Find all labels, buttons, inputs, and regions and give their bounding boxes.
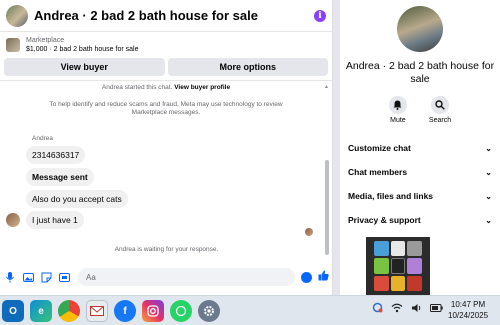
chat-started-text: Andrea started this chat. bbox=[101, 84, 173, 91]
menu-label: Chat members bbox=[348, 167, 408, 177]
volume-icon[interactable] bbox=[411, 303, 422, 316]
more-options-button[interactable]: More options bbox=[167, 58, 328, 76]
chat-panel: Andrea · 2 bad 2 bath house for sale i M… bbox=[0, 0, 333, 295]
whatsapp-icon[interactable] bbox=[170, 300, 192, 322]
clock-time: 10:47 PM bbox=[450, 300, 486, 309]
wifi-icon[interactable] bbox=[391, 303, 403, 316]
waiting-status: Andrea is waiting for your response. bbox=[114, 246, 219, 253]
message-bubble[interactable]: I just have 1 bbox=[26, 211, 84, 229]
sender-name: Andrea bbox=[32, 135, 53, 142]
tray-app-icon[interactable] bbox=[374, 275, 389, 291]
listing-title: $1,000 · 2 bad 2 bath house for sale bbox=[26, 46, 139, 53]
customize-chat-item[interactable]: Customize chat ⌄ bbox=[340, 136, 500, 160]
taskbar-clock[interactable]: 10:47 PM 10/24/2025 bbox=[448, 299, 488, 321]
mute-button[interactable]: Mute bbox=[388, 96, 407, 124]
marketplace-label: Marketplace bbox=[26, 37, 65, 44]
view-buyer-profile-link[interactable]: View buyer profile bbox=[174, 84, 230, 91]
menu-label: Customize chat bbox=[348, 143, 411, 153]
message-bubble[interactable]: Message sent bbox=[26, 168, 94, 186]
chat-header: Andrea · 2 bad 2 bath house for sale i bbox=[0, 0, 332, 32]
mute-label: Mute bbox=[390, 117, 406, 124]
chrome-icon[interactable] bbox=[58, 300, 80, 322]
composer: Aa bbox=[0, 266, 333, 288]
chevron-down-icon: ⌄ bbox=[485, 167, 492, 177]
microphone-icon[interactable] bbox=[4, 271, 16, 283]
scroll-up-arrow[interactable]: ▲ bbox=[324, 84, 329, 90]
tray-app-icon[interactable] bbox=[390, 258, 406, 274]
tray-app-icon[interactable] bbox=[407, 275, 422, 291]
tray-app-icon[interactable] bbox=[407, 258, 422, 274]
media-files-links-item[interactable]: Media, files and links ⌄ bbox=[340, 184, 500, 208]
scam-notice: To help identify and reduce scams and fr… bbox=[49, 101, 283, 116]
tray-app-icon[interactable] bbox=[374, 241, 389, 257]
chat-members-item[interactable]: Chat members ⌄ bbox=[340, 160, 500, 184]
message-bubble[interactable]: 2314636317 bbox=[26, 146, 86, 164]
chevron-down-icon: ⌄ bbox=[485, 191, 492, 201]
message-input[interactable]: Aa bbox=[78, 268, 295, 286]
tray-app-icon[interactable] bbox=[390, 275, 406, 291]
message-bubble[interactable]: Also do you accept cats bbox=[26, 190, 128, 208]
outlook-icon[interactable]: O bbox=[2, 300, 24, 322]
listing-thumbnail bbox=[6, 38, 20, 52]
view-buyer-button[interactable]: View buyer bbox=[4, 58, 165, 76]
seen-avatar bbox=[305, 228, 313, 236]
chevron-down-icon: ⌄ bbox=[485, 215, 492, 225]
menu-label: Media, files and links bbox=[348, 191, 434, 201]
instagram-icon[interactable] bbox=[142, 300, 164, 322]
details-avatar[interactable] bbox=[397, 6, 443, 52]
search-icon bbox=[431, 96, 449, 114]
battery-icon[interactable] bbox=[430, 303, 443, 315]
tray-app-icon[interactable] bbox=[374, 258, 389, 274]
edge-icon[interactable]: e bbox=[30, 300, 52, 322]
chat-scrollbar[interactable] bbox=[325, 160, 329, 255]
gif-icon[interactable] bbox=[58, 271, 70, 283]
clock-date: 10/24/2025 bbox=[448, 311, 489, 320]
sync-icon[interactable] bbox=[372, 302, 383, 316]
settings-icon[interactable] bbox=[198, 300, 220, 322]
details-title: Andrea · 2 bad 2 bath house for sale bbox=[345, 60, 495, 85]
sticker-icon[interactable] bbox=[40, 271, 52, 283]
search-button[interactable]: Search bbox=[429, 96, 451, 124]
mail-icon[interactable] bbox=[86, 300, 108, 322]
chevron-down-icon: ⌄ bbox=[485, 143, 492, 153]
menu-label: Privacy & support bbox=[348, 215, 421, 225]
chat-title[interactable]: Andrea · 2 bad 2 bath house for sale bbox=[34, 8, 314, 23]
facebook-icon[interactable]: f bbox=[114, 300, 136, 322]
info-icon[interactable]: i bbox=[314, 9, 326, 22]
tray-app-icon[interactable] bbox=[407, 241, 422, 257]
emoji-icon[interactable] bbox=[301, 271, 312, 283]
system-tray-overflow bbox=[366, 237, 430, 295]
search-label: Search bbox=[428, 117, 452, 124]
tray-app-icon[interactable] bbox=[390, 241, 406, 257]
taskbar: O e f 10:47 PM 10/24/2025 bbox=[0, 295, 500, 325]
privacy-support-item[interactable]: Privacy & support ⌄ bbox=[340, 208, 500, 232]
thumbs-up-icon[interactable] bbox=[318, 270, 329, 284]
marketplace-listing[interactable]: Marketplace $1,000 · 2 bad 2 bath house … bbox=[0, 32, 332, 56]
chat-started-notice: Andrea started this chat. View buyer pro… bbox=[0, 84, 332, 91]
bell-icon bbox=[388, 96, 407, 114]
photo-icon[interactable] bbox=[22, 271, 34, 283]
chat-avatar[interactable] bbox=[6, 4, 28, 27]
sender-avatar[interactable] bbox=[6, 213, 20, 227]
